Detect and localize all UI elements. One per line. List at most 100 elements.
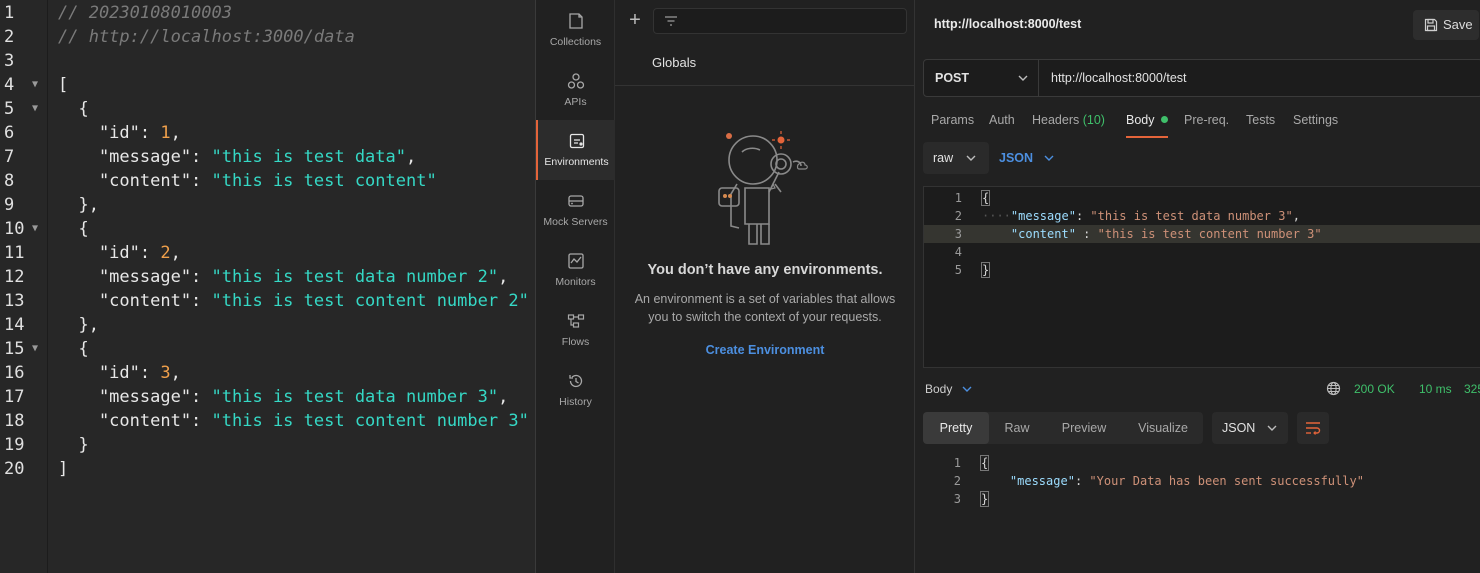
- request-tabs: Params Auth Headers (10) Body Pre-req. T…: [923, 108, 1463, 138]
- monitors-icon: [567, 253, 584, 269]
- tab-headers-label: Headers: [1032, 113, 1080, 127]
- line-number: 16: [4, 363, 25, 383]
- line-number: 4: [954, 245, 962, 259]
- chevron-down-icon: [962, 386, 972, 392]
- tab-auth[interactable]: Auth: [989, 113, 1015, 127]
- response-section-toggle[interactable]: Body: [925, 382, 952, 396]
- code-line: 2 // http://localhost:3000/data: [0, 25, 535, 49]
- line-number: 10: [4, 219, 25, 239]
- line-number: 14: [4, 315, 25, 335]
- code-text: "id": 3,: [58, 363, 181, 383]
- code-text: "content": "this is test content": [58, 171, 437, 191]
- code-line: 9 },: [0, 193, 535, 217]
- response-size[interactable]: 325 B: [1464, 382, 1480, 396]
- line-number: 5: [954, 263, 962, 277]
- fold-toggle-icon[interactable]: ▼: [32, 337, 38, 361]
- code-line: 4 ▼ [: [0, 73, 535, 97]
- code-text: {: [58, 99, 89, 119]
- sidebar-item-collections[interactable]: Collections: [536, 0, 615, 60]
- line-number: 12: [4, 267, 25, 287]
- sidebar-item-apis[interactable]: APIs: [536, 60, 615, 120]
- empty-state-description: An environment is a set of variables tha…: [634, 292, 896, 324]
- add-environment-button[interactable]: +: [625, 10, 645, 30]
- globals-item[interactable]: Globals: [615, 44, 915, 86]
- chevron-down-icon: [1267, 425, 1277, 431]
- line-number: 2: [954, 209, 962, 223]
- body-mode-select[interactable]: raw: [923, 142, 989, 174]
- sidebar-item-monitors[interactable]: Monitors: [536, 240, 615, 300]
- code-text: "id": 1,: [58, 123, 181, 143]
- code-line: 13 "content": "this is test content numb…: [0, 289, 535, 313]
- line-number: 19: [4, 435, 25, 455]
- response-view-tabs: Pretty Raw Preview Visualize: [923, 412, 1203, 444]
- editor-line: 5}: [924, 261, 1480, 279]
- line-number: 20: [4, 459, 25, 479]
- sidebar-item-environments[interactable]: Environments: [536, 120, 615, 180]
- code-text: }: [58, 435, 89, 455]
- method-select[interactable]: POST: [924, 60, 1039, 96]
- sidebar-item-history[interactable]: History: [536, 360, 615, 420]
- code-text: // 20230108010003: [58, 3, 232, 23]
- line-number: 18: [4, 411, 25, 431]
- sidebar-item-label: Environments: [544, 156, 609, 168]
- tab-prerequest[interactable]: Pre-req.: [1184, 113, 1229, 127]
- environments-panel: + Globals You don’t have any environment…: [615, 0, 915, 573]
- filter-input[interactable]: [653, 8, 907, 34]
- tab-raw[interactable]: Raw: [993, 412, 1041, 444]
- code-line: 5 ▼ {: [0, 97, 535, 121]
- code-line: 11 "id": 2,: [0, 241, 535, 265]
- request-body-editor[interactable]: 1 {2 ····"message": "this is test data num…: [923, 186, 1480, 368]
- fold-toggle-icon[interactable]: ▼: [32, 73, 38, 97]
- fold-toggle-icon[interactable]: ▼: [32, 97, 38, 121]
- tab-pretty[interactable]: Pretty: [923, 412, 989, 444]
- save-label: Save: [1443, 17, 1473, 32]
- tab-tests[interactable]: Tests: [1246, 113, 1275, 127]
- tab-params[interactable]: Params: [931, 113, 974, 127]
- url-input[interactable]: http://localhost:8000/test: [1051, 71, 1187, 85]
- environments-icon: [569, 133, 584, 149]
- response-bar: Body 200 OK 10 ms 325 B: [923, 378, 1480, 402]
- code-text: "message": "this is test data",: [58, 147, 417, 167]
- code-line: 17 "message": "this is test data number …: [0, 385, 535, 409]
- editor-line: 2 ····"message": "this is test data numbe…: [924, 207, 1480, 225]
- postman-sidebar: Collections APIs Environments Mock Serve…: [535, 0, 615, 573]
- tab-body[interactable]: Body: [1126, 113, 1168, 127]
- code-line: 3: [0, 49, 535, 73]
- line-number: 13: [4, 291, 25, 311]
- line-number: 6: [4, 123, 15, 143]
- status-code[interactable]: 200 OK: [1354, 382, 1395, 396]
- code-text: ]: [58, 459, 69, 479]
- response-language-select[interactable]: JSON: [1212, 412, 1288, 444]
- fold-toggle-icon[interactable]: ▼: [32, 217, 38, 241]
- wrap-lines-button[interactable]: [1297, 412, 1329, 444]
- create-environment-link[interactable]: Create Environment: [615, 343, 915, 357]
- code-text: [: [58, 75, 69, 95]
- line-number: 2: [4, 27, 15, 47]
- code-line: 14 },: [0, 313, 535, 337]
- line-number: 1: [954, 191, 962, 205]
- code-text: "message": "this is test data number 2",: [58, 267, 509, 287]
- active-tab-indicator: [1126, 136, 1168, 138]
- code-line: 19 }: [0, 433, 535, 457]
- code-text: {: [58, 339, 89, 359]
- empty-state-title: You don’t have any environments.: [647, 262, 883, 278]
- sidebar-item-mock-servers[interactable]: Mock Servers: [536, 180, 615, 240]
- editor-text: {: [980, 190, 991, 206]
- flows-icon: [567, 314, 584, 328]
- tab-headers[interactable]: Headers (10): [1032, 113, 1105, 127]
- code-line: 12 "message": "this is test data number …: [0, 265, 535, 289]
- tab-preview[interactable]: Preview: [1047, 412, 1121, 444]
- body-language-select[interactable]: JSON: [999, 151, 1033, 165]
- tab-visualize[interactable]: Visualize: [1127, 412, 1199, 444]
- response-time[interactable]: 10 ms: [1419, 382, 1452, 396]
- line-number: 17: [4, 387, 25, 407]
- tab-settings[interactable]: Settings: [1293, 113, 1338, 127]
- headers-count: (10): [1082, 113, 1105, 127]
- chevron-down-icon: [1044, 155, 1054, 161]
- chevron-down-icon: [1018, 75, 1028, 81]
- globe-icon[interactable]: [1326, 381, 1341, 396]
- save-button[interactable]: Save: [1413, 10, 1479, 40]
- filter-icon: [665, 16, 677, 26]
- sidebar-item-flows[interactable]: Flows: [536, 300, 615, 360]
- editor-line: 3 "content" : "this is test content numb…: [924, 225, 1480, 243]
